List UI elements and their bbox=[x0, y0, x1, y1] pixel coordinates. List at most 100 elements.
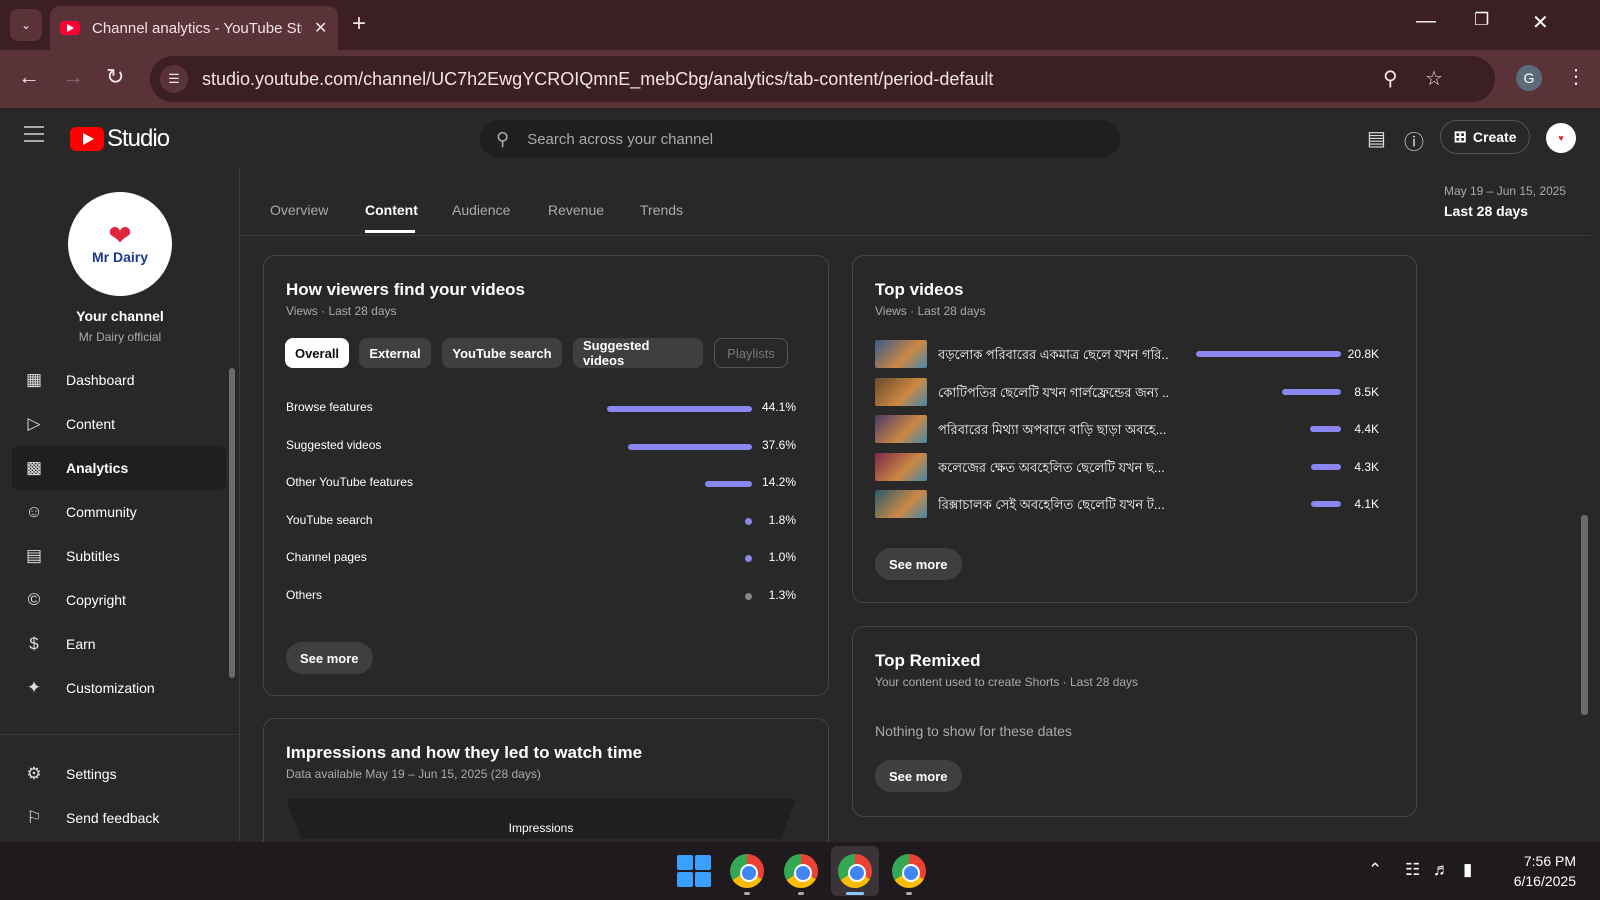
browser-profile-avatar[interactable]: G bbox=[1516, 65, 1542, 91]
chip-overall[interactable]: Overall bbox=[285, 338, 349, 368]
top-video-row[interactable]: বড়লোক পরিবারের একমাত্র ছেলে যখন গরি... 2… bbox=[875, 340, 1379, 368]
video-title[interactable]: কলেজের ক্ষেত অবহেলিত ছেলেটি যখন ছ... bbox=[938, 459, 1168, 480]
tab-revenue[interactable]: Revenue bbox=[548, 202, 604, 218]
windows-start-icon[interactable] bbox=[674, 852, 712, 890]
top-video-row[interactable]: কোটিপতির ছেলেটি যখন গার্লফ্রেন্ডের জন্য … bbox=[875, 377, 1379, 406]
chrome-icon[interactable] bbox=[782, 852, 820, 890]
video-thumbnail[interactable] bbox=[875, 340, 927, 368]
sidebar-item-dashboard[interactable]: ▦ Dashboard bbox=[12, 358, 226, 402]
create-button[interactable]: ⊞ Create bbox=[1440, 120, 1530, 154]
sidebar-scrollbar[interactable] bbox=[229, 368, 235, 678]
browser-tab[interactable]: Channel analytics - YouTube Studio ✕ bbox=[50, 6, 338, 50]
bookmark-star-icon[interactable]: ☆ bbox=[1425, 66, 1443, 91]
url-text[interactable]: studio.youtube.com/channel/UC7h2EwgYCROI… bbox=[202, 69, 993, 90]
site-info-icon[interactable]: ☰ bbox=[160, 65, 188, 93]
traffic-see-more-button[interactable]: See more bbox=[286, 642, 373, 674]
top-videos-see-more-button[interactable]: See more bbox=[875, 548, 962, 580]
impressions-label: Impressions bbox=[508, 821, 574, 835]
chrome-icon[interactable] bbox=[728, 852, 766, 890]
sidebar-item-label: Settings bbox=[66, 766, 117, 782]
copyright-icon: © bbox=[27, 590, 41, 609]
chip-suggested-videos[interactable]: Suggested videos bbox=[573, 338, 703, 368]
volume-icon[interactable]: ♬ bbox=[1433, 860, 1450, 880]
video-title[interactable]: পরিবারের মিথ্যা অপবাদে বাড়ি ছাড়া অবহে.… bbox=[938, 421, 1168, 442]
main-scrollbar[interactable] bbox=[1581, 515, 1588, 715]
studio-logo[interactable]: Studio bbox=[70, 125, 170, 153]
period-range: May 19 – Jun 15, 2025 bbox=[1444, 184, 1567, 198]
back-button[interactable]: ← bbox=[18, 64, 40, 90]
tab-content[interactable]: Content bbox=[365, 202, 418, 218]
sidebar-item-label: Subtitles bbox=[66, 548, 120, 564]
menu-icon[interactable] bbox=[24, 126, 44, 142]
traffic-source-value: 44.1% bbox=[761, 400, 796, 414]
chrome-icon[interactable] bbox=[890, 852, 928, 890]
messages-icon[interactable]: ▤ bbox=[1367, 126, 1386, 151]
browser-menu-icon[interactable]: ⋮ bbox=[1566, 64, 1586, 89]
video-title[interactable]: কোটিপতির ছেলেটি যখন গার্লফ্রেন্ডের জন্য … bbox=[938, 384, 1168, 405]
forward-button[interactable]: → bbox=[62, 64, 84, 90]
battery-icon[interactable]: ▮ bbox=[1463, 860, 1472, 880]
tab-overview[interactable]: Overview bbox=[270, 202, 328, 218]
close-tab-icon[interactable]: ✕ bbox=[314, 18, 327, 38]
tab-trends[interactable]: Trends bbox=[640, 202, 683, 218]
video-thumbnail[interactable] bbox=[875, 415, 927, 443]
address-bar[interactable]: ☰ studio.youtube.com/channel/UC7h2EwgYCR… bbox=[150, 56, 1495, 102]
chip-external[interactable]: External bbox=[359, 338, 431, 368]
tab-search-button[interactable]: ⌄ bbox=[10, 9, 42, 41]
period-selector[interactable]: May 19 – Jun 15, 2025 Last 28 days bbox=[1444, 184, 1566, 219]
create-video-icon: ⊞ bbox=[1453, 129, 1467, 146]
sidebar-item-send-feedback[interactable]: ⚐ Send feedback bbox=[12, 796, 226, 840]
video-thumbnail[interactable] bbox=[875, 490, 927, 518]
sidebar-item-analytics[interactable]: ▩ Analytics bbox=[12, 446, 226, 490]
traffic-source-value: 37.6% bbox=[761, 437, 796, 452]
minimize-button[interactable]: — bbox=[1416, 10, 1436, 33]
sidebar-item-label: Content bbox=[66, 416, 116, 432]
traffic-source-bar bbox=[705, 481, 752, 487]
wifi-icon[interactable]: ☷ bbox=[1405, 860, 1420, 880]
traffic-source-value: 1.3% bbox=[768, 587, 796, 602]
video-thumbnail[interactable] bbox=[875, 452, 927, 481]
video-views-value: 4.4K bbox=[1354, 422, 1379, 436]
chevron-up-icon[interactable]: ⌃ bbox=[1368, 860, 1382, 880]
traffic-source-dot bbox=[745, 555, 752, 562]
analytics-tabs: Overview Content Audience Revenue Trends… bbox=[240, 168, 1590, 236]
reload-button[interactable]: ↻ bbox=[106, 64, 124, 90]
sidebar-item-customization[interactable]: ✦ Customization bbox=[12, 666, 226, 710]
sidebar-item-copyright[interactable]: © Copyright bbox=[12, 578, 226, 622]
chrome-icon[interactable] bbox=[836, 852, 874, 890]
video-title[interactable]: বড়লোক পরিবারের একমাত্র ছেলে যখন গরি... bbox=[938, 346, 1168, 367]
analytics-icon: ▩ bbox=[25, 458, 43, 477]
sidebar-item-settings[interactable]: ⚙ Settings bbox=[12, 752, 226, 796]
card-subtitle: Your content used to create Shorts · Las… bbox=[875, 675, 1139, 689]
youtube-logo-icon bbox=[70, 127, 104, 151]
new-tab-button[interactable]: + bbox=[352, 10, 366, 38]
video-views-value: 20.8K bbox=[1347, 347, 1379, 361]
help-icon[interactable]: ⓘ bbox=[1404, 126, 1424, 155]
card-subtitle: Views · Last 28 days bbox=[875, 304, 986, 318]
top-videos-card: Top videos Views · Last 28 days বড়লোক প… bbox=[852, 255, 1417, 603]
sidebar-item-content[interactable]: ▷ Content bbox=[12, 402, 226, 446]
top-video-row[interactable]: পরিবারের মিথ্যা অপবাদে বাড়ি ছাড়া অবহে.… bbox=[875, 415, 1379, 443]
system-clock[interactable]: 7:56 PM 6/16/2025 bbox=[1500, 851, 1576, 891]
sidebar-item-subtitles[interactable]: ▤ Subtitles bbox=[12, 534, 226, 578]
chip-youtube-search[interactable]: YouTube search bbox=[442, 338, 562, 368]
subtitles-icon: ▤ bbox=[25, 546, 43, 565]
zoom-icon[interactable]: ⚲ bbox=[1383, 66, 1398, 91]
channel-avatar[interactable]: ❤ Mr Dairy bbox=[68, 192, 172, 296]
restore-button[interactable]: ❐ bbox=[1474, 10, 1489, 30]
top-video-row[interactable]: রিক্সাচালক সেই অবহেলিত ছেলেটি যখন ট... 4.… bbox=[875, 490, 1379, 518]
sidebar-item-community[interactable]: ☺ Community bbox=[12, 490, 226, 534]
top-remixed-see-more-button[interactable]: See more bbox=[875, 760, 962, 792]
traffic-source-row: Other YouTube features 14.2% bbox=[286, 475, 796, 495]
tab-audience[interactable]: Audience bbox=[452, 202, 510, 218]
sidebar-item-earn[interactable]: $ Earn bbox=[12, 622, 226, 666]
top-video-row[interactable]: কলেজের ক্ষেত অবহেলিত ছেলেটি যখন ছ... 4.3K bbox=[875, 452, 1379, 481]
channel-avatar-text: Mr Dairy bbox=[91, 249, 149, 265]
video-thumbnail[interactable] bbox=[875, 377, 927, 406]
settings-icon: ⚙ bbox=[26, 764, 42, 783]
close-window-button[interactable]: ✕ bbox=[1532, 10, 1549, 35]
sidebar-item-label: Customization bbox=[66, 680, 155, 696]
video-title[interactable]: রিক্সাচালক সেই অবহেলিত ছেলেটি যখন ট... bbox=[938, 496, 1168, 517]
account-avatar[interactable]: ♥ bbox=[1546, 123, 1576, 153]
search-input[interactable]: ⚲ Search across your channel bbox=[480, 120, 1120, 158]
